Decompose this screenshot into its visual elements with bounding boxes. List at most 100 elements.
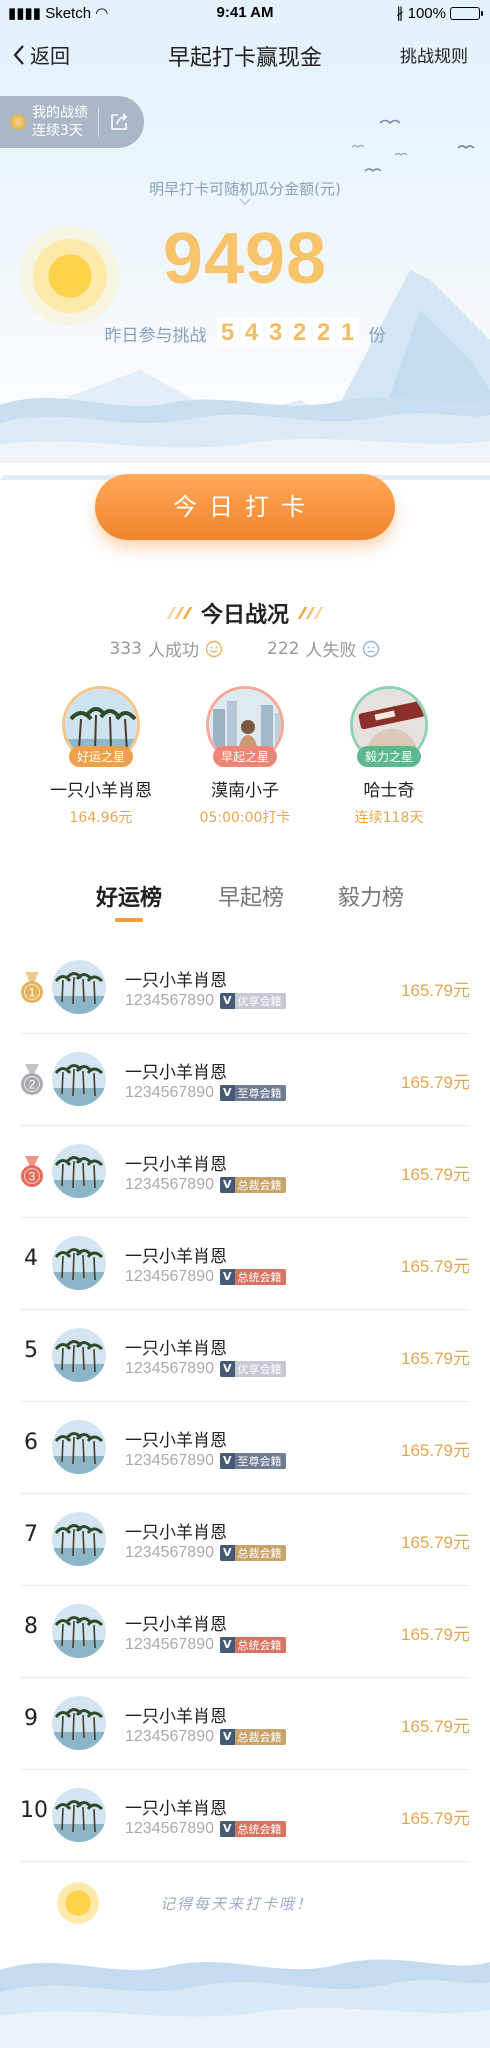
chevron-left-icon	[13, 44, 24, 65]
success-stat: 333 人成功	[110, 636, 223, 661]
yesterday-count: 5 4 3 2 2 1	[216, 318, 359, 348]
battery-percent: 100%	[407, 4, 446, 22]
user-name: 一只小羊肖恩	[125, 971, 227, 991]
user-name: 一只小羊肖恩	[125, 1155, 227, 1175]
yesterday-participants: 昨日参与挑战 5 4 3 2 2 1 份	[0, 318, 490, 348]
challenge-rules-link[interactable]: 挑战规则	[400, 42, 468, 67]
ranking-row[interactable]: 9 一只小羊肖恩 1234567890 V 总裁会籍 165.79元	[20, 1678, 470, 1770]
rank-number: 10	[20, 1798, 48, 1823]
reward-amount: 165.79元	[401, 1073, 470, 1092]
tab-early[interactable]: 早起榜	[218, 880, 284, 912]
tab-perseverance[interactable]: 毅力榜	[338, 880, 404, 912]
avatar	[52, 1144, 106, 1198]
ranking-row[interactable]: 4 一只小羊肖恩 1234567890 V 总统会籍 165.79元	[20, 1218, 470, 1310]
membership-label: 总统会籍	[237, 1823, 282, 1836]
star-early[interactable]: 早起之星 漠南小子 05:00:00打卡	[175, 686, 315, 827]
signal-icon: ▮▮▮▮	[8, 5, 42, 22]
my-record-button[interactable]: 我的战绩 连续3天	[0, 96, 144, 148]
ranking-list: 1 一只小羊肖恩 1234567890 V 优享会籍 165.79元 2 一只小…	[0, 942, 490, 1862]
ranking-row[interactable]: 2 一只小羊肖恩 1234567890 V 至尊会籍 165.79元	[20, 1034, 470, 1126]
check-in-button[interactable]: 今日打卡	[95, 474, 395, 540]
ranking-row[interactable]: 5 一只小羊肖恩 1234567890 V 优享会籍 165.79元	[20, 1310, 470, 1402]
star-name: 哈士奇	[363, 781, 415, 801]
hero-banner: ▮▮▮▮ Sketch ◠ 9:41 AM ∦ 100% 返回 早起打卡赢现金 …	[0, 0, 490, 480]
user-name: 一只小羊肖恩	[125, 1523, 227, 1543]
user-id: 1234567890	[125, 1360, 214, 1377]
user-name: 一只小羊肖恩	[125, 1063, 227, 1083]
palm-tree-photo	[52, 1144, 106, 1198]
vip-icon: V	[219, 1269, 235, 1285]
medal-icon	[10, 114, 26, 130]
user-id: 1234567890	[125, 1820, 214, 1837]
vip-icon: V	[219, 1545, 235, 1561]
rank-number: 5	[24, 1338, 38, 1363]
today-status-title: 今日战况	[200, 603, 289, 628]
share-icon[interactable]	[109, 112, 129, 132]
palm-tree-photo	[52, 1420, 106, 1474]
ranking-row[interactable]: 6 一只小羊肖恩 1234567890 V 至尊会籍 165.79元	[20, 1402, 470, 1494]
vip-icon: V	[219, 1177, 235, 1193]
count-digit: 1	[336, 318, 359, 348]
user-id-row: 1234567890 V 总统会籍	[125, 1636, 286, 1654]
chevron-down-icon	[239, 198, 251, 206]
footer-reminder: 记得每天来打卡哦！	[160, 1895, 314, 1913]
footer: 记得每天来打卡哦！	[0, 1870, 490, 2048]
today-status-header: 今日战况	[0, 597, 490, 629]
ranking-row[interactable]: 7 一只小羊肖恩 1234567890 V 总裁会籍 165.79元	[20, 1494, 470, 1586]
palm-tree-photo	[52, 1328, 106, 1382]
back-label: 返回	[30, 44, 70, 68]
fail-stat: 222 人失败	[267, 636, 380, 661]
vip-icon: V	[219, 1729, 235, 1745]
reward-amount: 165.79元	[401, 1257, 470, 1276]
ranking-row[interactable]: 8 一只小羊肖恩 1234567890 V 总统会籍 165.79元	[20, 1586, 470, 1678]
rank-number: 8	[24, 1614, 38, 1639]
ranking-row[interactable]: 10 一只小羊肖恩 1234567890 V 总统会籍 165.79元	[20, 1770, 470, 1862]
vip-icon: V	[219, 1821, 235, 1837]
membership-badge: V 至尊会籍	[219, 1085, 286, 1101]
count-digit: 2	[312, 318, 335, 348]
count-digit: 2	[288, 318, 311, 348]
membership-badge: V 总统会籍	[219, 1269, 286, 1285]
medal-rank: 2	[29, 1078, 36, 1092]
reward-amount: 165.79元	[401, 1441, 470, 1460]
nav-bar: 返回 早起打卡赢现金 挑战规则	[0, 36, 490, 74]
star-perseverance[interactable]: 毅力之星 哈士奇 连续118天	[319, 686, 459, 827]
yesterday-unit: 份	[368, 325, 386, 346]
carrier: ▮▮▮▮ Sketch ◠	[8, 5, 109, 22]
vip-icon: V	[219, 1085, 235, 1101]
vip-icon: V	[219, 1637, 235, 1653]
divider	[98, 107, 99, 137]
bluetooth-icon: ∦	[396, 5, 404, 22]
membership-label: 总裁会籍	[237, 1179, 282, 1192]
count-digit: 3	[264, 318, 287, 348]
user-name: 一只小羊肖恩	[125, 1247, 227, 1267]
user-id: 1234567890	[125, 1452, 214, 1469]
reward-amount: 165.79元	[401, 1349, 470, 1368]
vip-icon: V	[219, 1361, 235, 1377]
ranking-row[interactable]: 3 一只小羊肖恩 1234567890 V 总裁会籍 165.79元	[20, 1126, 470, 1218]
decoration-left	[166, 607, 193, 619]
star-lucky[interactable]: 好运之星 一只小羊肖恩 164.96元	[31, 686, 171, 827]
user-id-row: 1234567890 V 至尊会籍	[125, 1084, 286, 1102]
count-digit: 5	[216, 318, 239, 348]
user-id: 1234567890	[125, 992, 214, 1009]
user-id-row: 1234567890 V 至尊会籍	[125, 1452, 286, 1470]
perseverance-star-badge: 毅力之星	[356, 746, 422, 767]
record-streak: 连续3天	[32, 123, 83, 139]
membership-label: 总裁会籍	[237, 1547, 282, 1560]
rank-number: 9	[24, 1706, 38, 1731]
leaderboard-tabs: 好运榜 早起榜 毅力榜	[0, 880, 490, 926]
yesterday-label: 昨日参与挑战	[104, 325, 207, 346]
user-id: 1234567890	[125, 1268, 214, 1285]
ranking-row[interactable]: 1 一只小羊肖恩 1234567890 V 优享会籍 165.79元	[20, 942, 470, 1034]
user-name: 一只小羊肖恩	[125, 1615, 227, 1635]
avatar	[52, 1696, 106, 1750]
membership-badge: V 至尊会籍	[219, 1453, 286, 1469]
avatar	[52, 1328, 106, 1382]
early-star-badge: 早起之星	[212, 746, 278, 767]
birds-decoration	[351, 119, 475, 172]
record-title: 我的战绩	[32, 105, 88, 121]
tab-lucky[interactable]: 好运榜	[96, 880, 162, 912]
back-button[interactable]: 返回	[12, 40, 70, 69]
membership-badge: V 优享会籍	[219, 1361, 286, 1377]
